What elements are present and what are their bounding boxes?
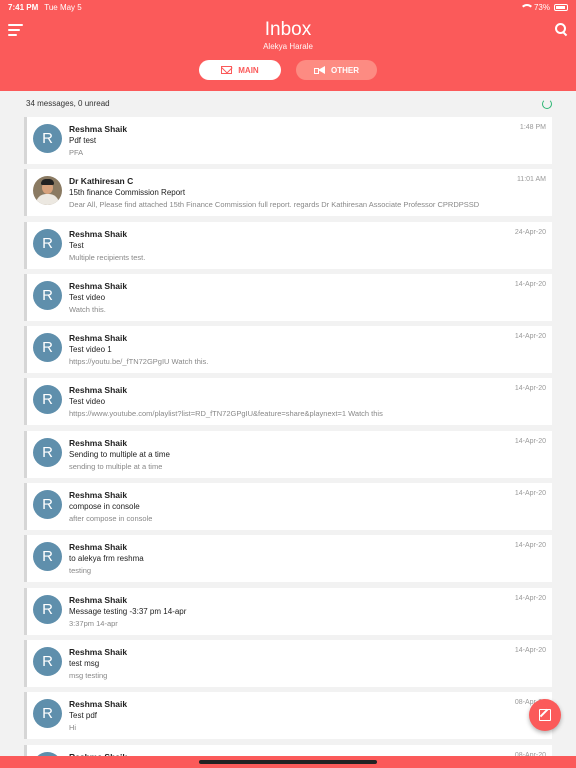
message-preview: Hi	[69, 723, 77, 733]
sender-name: Dr Kathiresan C	[69, 176, 134, 187]
message-subject: to alekya frm reshma	[69, 554, 144, 564]
message-date: 11:01 AM	[516, 176, 546, 184]
tab-other-label: OTHER	[331, 65, 359, 75]
avatar: R	[33, 437, 62, 467]
tab-main-label: MAIN	[238, 65, 259, 75]
list-item[interactable]: R Reshma Shaik Test Multiple recipients …	[24, 221, 552, 269]
list-item[interactable]: R Reshma Shaik Test pdf Hi 08-Apr-20	[24, 692, 552, 740]
battery-percent: 73%	[533, 2, 550, 12]
home-indicator[interactable]	[199, 760, 377, 764]
list-item[interactable]: R Reshma Shaik Test video https://www.yo…	[24, 378, 552, 426]
list-item[interactable]: Dr Kathiresan C 15th finance Commission …	[24, 169, 552, 217]
avatar	[33, 176, 62, 206]
wifi-icon	[519, 3, 534, 11]
message-date: 14-Apr-20	[514, 594, 546, 602]
message-subject: Sending to multiple at a time	[69, 449, 170, 459]
sender-name: Reshma Shaik	[69, 280, 128, 291]
avatar: R	[33, 280, 62, 310]
list-item[interactable]: R Reshma Shaik Message testing -3:37 pm …	[24, 587, 552, 635]
message-subject: Pdf test	[69, 136, 97, 145]
message-subject: 15th finance Commission Report	[69, 188, 186, 198]
sender-name: Reshma Shaik	[69, 699, 128, 710]
avatar: R	[33, 385, 62, 415]
message-subject: Test video	[69, 292, 106, 302]
list-item[interactable]: R Reshma Shaik Test video Watch this. 14…	[24, 273, 552, 321]
megaphone-icon	[314, 66, 325, 74]
list-item[interactable]: R Reshma Shaik Sending to multiple at a …	[24, 430, 552, 478]
avatar: R	[33, 124, 62, 153]
tab-other[interactable]: OTHER	[296, 60, 377, 80]
status-right: 73%	[519, 2, 568, 12]
app-header: Inbox Alekya Harale MAIN OTHER	[0, 14, 576, 91]
avatar: R	[33, 228, 62, 258]
list-item[interactable]: R Reshma Shaik to alekya frm reshma test…	[24, 535, 552, 583]
battery-icon	[554, 3, 568, 11]
list-item[interactable]: R Reshma Shaik test msg msg testing 14-A…	[24, 639, 552, 687]
avatar: R	[33, 333, 62, 363]
compose-button[interactable]	[529, 699, 561, 731]
message-preview: https://youtu.be/_fTN72GPgIU Watch this.	[69, 357, 209, 367]
message-subject: Test video	[69, 397, 106, 407]
message-preview: testing	[69, 566, 92, 576]
message-preview: msg testing	[69, 670, 108, 680]
sender-name: Reshma Shaik	[69, 490, 128, 501]
message-preview: 3:37pm 14-apr	[69, 618, 118, 628]
mail-icon	[221, 66, 233, 74]
sender-name: Reshma Shaik	[69, 646, 128, 657]
message-date: 14-Apr-20	[514, 385, 546, 393]
message-preview: Multiple recipients test.	[69, 252, 146, 262]
bottom-bar	[0, 756, 576, 768]
message-preview: PFA	[69, 148, 84, 157]
status-date: Tue May 5	[44, 2, 82, 12]
avatar: R	[33, 699, 62, 729]
account-name: Alekya Harale	[263, 42, 313, 51]
message-date: 14-Apr-20	[514, 280, 546, 288]
message-date: 14-Apr-20	[514, 490, 546, 498]
sender-name: Reshma Shaik	[69, 124, 128, 134]
sender-name: Reshma Shaik	[69, 437, 128, 448]
message-list: R Reshma Shaik Pdf test PFA 1:48 PM Dr K…	[24, 117, 552, 768]
tab-main[interactable]: MAIN	[199, 60, 281, 80]
message-date: 14-Apr-20	[514, 333, 546, 341]
message-preview: Watch this.	[69, 304, 106, 314]
sender-name: Reshma Shaik	[69, 594, 128, 605]
sender-name: Reshma Shaik	[69, 333, 128, 344]
message-subject: Test video 1	[69, 345, 112, 355]
message-date: 1:48 PM	[519, 124, 546, 131]
message-preview: after compose in console	[69, 514, 153, 524]
message-subject: Message testing -3:37 pm 14-apr	[69, 606, 187, 616]
status-time: 7:41 PM	[8, 2, 39, 12]
message-date: 14-Apr-20	[514, 542, 546, 550]
page-title: Inbox	[264, 19, 312, 40]
sender-name: Reshma Shaik	[69, 385, 128, 396]
message-preview: sending to multiple at a time	[69, 461, 163, 471]
sender-name: Reshma Shaik	[69, 228, 128, 239]
edit-icon	[539, 709, 551, 721]
message-subject: test msg	[69, 658, 100, 668]
avatar: R	[33, 490, 62, 520]
message-date: 14-Apr-20	[514, 646, 546, 654]
message-date: 24-Apr-20	[514, 228, 546, 236]
search-icon[interactable]	[555, 23, 567, 35]
avatar: R	[33, 646, 62, 676]
sender-name: Reshma Shaik	[69, 542, 128, 553]
message-date: 14-Apr-20	[514, 437, 546, 445]
message-count: 34 messages, 0 unread	[26, 99, 110, 108]
list-item[interactable]: R Reshma Shaik Pdf test PFA 1:48 PM	[24, 117, 552, 164]
status-bar: 7:41 PM Tue May 5 73%	[0, 0, 576, 14]
avatar: R	[33, 542, 62, 572]
message-subject: Test	[69, 240, 84, 250]
message-subject: compose in console	[69, 502, 140, 512]
message-preview: Dear All, Please find attached 15th Fina…	[69, 200, 480, 210]
list-item[interactable]: R Reshma Shaik compose in console after …	[24, 483, 552, 531]
avatar: R	[33, 594, 62, 624]
list-item[interactable]: R Reshma Shaik Test video 1 https://yout…	[24, 326, 552, 374]
message-preview: https://www.youtube.com/playlist?list=RD…	[69, 409, 383, 419]
refresh-icon[interactable]	[542, 99, 552, 109]
message-subject: Test pdf	[69, 711, 98, 721]
